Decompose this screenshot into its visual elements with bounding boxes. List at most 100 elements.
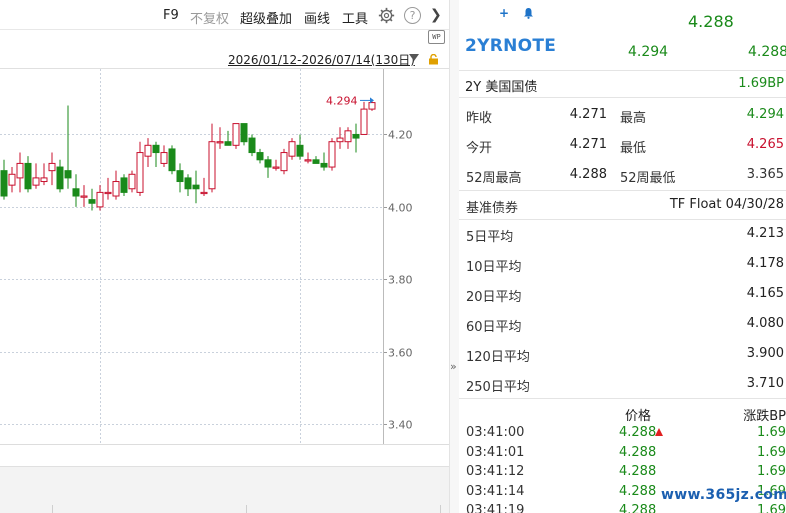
candle-down [240,123,248,143]
chart-panel: F9 不复权 超级叠加 画线 工具 ? ❯ WP 2026/01/12-2026… [0,0,449,513]
tick-price: 4.288 [619,503,657,513]
gear-icon[interactable] [378,7,395,24]
average-value: 4.178 [746,256,784,271]
candle-down [168,148,176,172]
strip-divider [52,505,53,513]
candle-down [56,166,64,190]
benchmark-value: TF Float 04/30/28 [669,197,784,212]
candle-up [160,152,168,164]
average-value: 4.213 [746,226,784,241]
candle-down [24,162,32,190]
week52-low-value: 3.365 [746,167,784,182]
average-label: 120日平均 [466,350,530,365]
candle-down [264,159,272,168]
candle-down [152,144,160,154]
instrument-name-row: 2Y 美国国债 1.69BP [459,70,786,98]
bell-icon[interactable] [523,7,534,19]
tick-change: 1.69 [757,425,786,440]
y-tick-label: 3.40 [388,419,413,432]
average-value: 4.080 [746,316,784,331]
open-value: 4.271 [569,137,607,152]
up-arrow-icon [655,428,663,436]
average-label: 250日平均 [466,380,530,395]
candle-up [8,173,16,186]
week52-low-label: 52周最低 [620,171,676,186]
week52-high-label: 52周最高 [466,171,522,186]
candle-up [136,152,144,193]
tick-time: 03:41:12 [466,464,525,479]
chart-toolbar: F9 不复权 超级叠加 画线 工具 ? ❯ [0,0,449,30]
candle-up [200,191,208,195]
candle-up [360,108,368,135]
divider [459,398,786,399]
candle-up [232,123,240,146]
candle-down [256,152,264,161]
average-value: 4.165 [746,286,784,301]
change-bp: 1.69BP [738,76,784,91]
high-label: 最高 [620,111,647,126]
average-label: 10日平均 [466,260,522,275]
open-label: 今开 [466,141,493,156]
average-value: 3.900 [746,346,784,361]
help-icon[interactable]: ? [404,7,421,24]
no-restore-button[interactable]: 不复权 [190,8,229,27]
candle-up [336,137,344,143]
lock-icon[interactable] [428,54,439,65]
f9-button[interactable]: F9 [163,8,179,23]
tick-change: 1.69 [757,464,786,479]
strip-divider [440,505,441,513]
average-label: 60日平均 [466,320,522,335]
panel-collapse-handle[interactable] [449,0,459,513]
candle-up [344,130,352,143]
candle-down [0,170,8,197]
candle-down [88,199,96,204]
add-icon[interactable]: + [499,6,509,20]
average-label: 5日平均 [466,230,514,245]
candle-down [224,141,232,146]
ticks-price-header: 价格 [625,409,652,424]
high-value: 4.294 [746,107,784,122]
candle-up [208,141,216,190]
tick-change: 1.69 [757,503,786,513]
candle-up [40,177,48,183]
ticks-change-header: 涨跌BP [743,409,786,424]
drawing-button[interactable]: 画线 [304,8,330,27]
candle-down [72,188,80,197]
tick-price: 4.288 [619,444,657,460]
tick-price: 4.288 [619,464,657,479]
candle-down [120,177,128,193]
chevron-right-icon[interactable]: ❯ [430,7,442,23]
candle-up [216,141,224,144]
tick-change: 1.69 [757,444,786,460]
tools-button[interactable]: 工具 [342,8,368,27]
candle-up [16,162,24,179]
watermark: www.365jz.com [661,487,786,503]
candle-up [288,141,296,157]
quote-panel: + 4.288 2YRNOTE 4.294 4.288 2Y 美国国债 1.69… [459,0,786,513]
y-tick-label: 4.20 [388,129,413,142]
candle-down [312,159,320,164]
y-tick-label: 3.80 [388,274,413,287]
double-chevron-right-icon[interactable]: » [450,360,457,373]
candle-up [80,195,88,198]
candle-down [248,137,256,154]
date-range-selector[interactable]: 2026/01/12-2026/07/14(130日) [228,51,415,68]
super-overlay-button[interactable]: 超级叠加 [240,8,292,27]
strip-divider [246,505,247,513]
divider [459,219,786,220]
tick-time: 03:41:14 [466,483,525,499]
chevron-down-icon[interactable] [409,54,419,61]
tick-price: 4.288 [619,425,657,440]
tick-time: 03:41:01 [466,444,525,460]
candle-up [280,152,288,172]
candle-up [96,191,104,208]
wp-icon[interactable]: WP [428,30,445,44]
prev-close-label: 昨收 [466,111,493,126]
candle-down [296,144,304,157]
low-label: 最低 [620,141,647,156]
tick-time: 03:41:00 [466,425,525,440]
instrument-name: 2Y 美国国债 [465,80,538,95]
candle-up [144,144,152,157]
candle-up [48,162,56,172]
candlestick-chart[interactable]: 4.204.003.803.603.4026-0626-074.294 [0,68,449,445]
